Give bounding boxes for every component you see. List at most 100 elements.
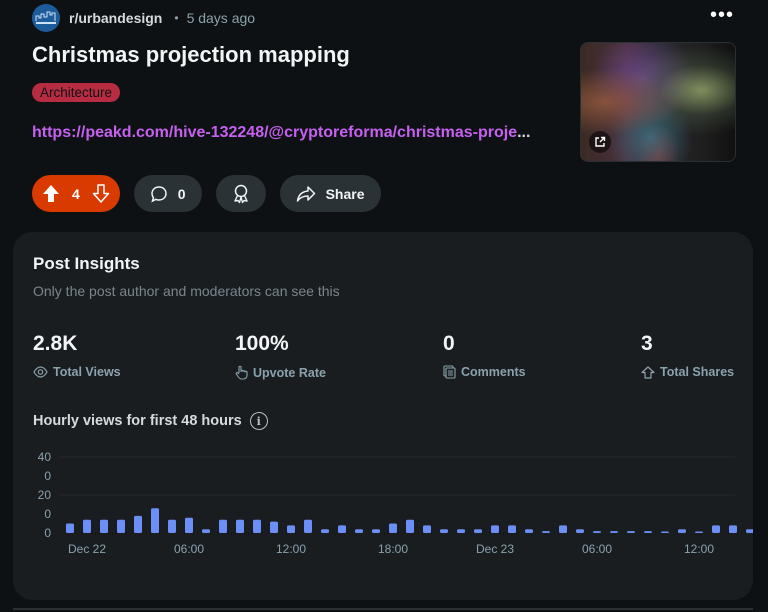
stat-comments: 0 Comments	[443, 332, 526, 379]
y-tick-label: 0	[44, 526, 51, 540]
chart-bar[interactable]	[185, 517, 193, 533]
post-actions: 4 0 Share	[32, 175, 381, 212]
chart-bar[interactable]	[151, 508, 159, 533]
chart-bar[interactable]	[474, 529, 482, 533]
chart-bar[interactable]	[644, 531, 652, 533]
chart-bar[interactable]	[695, 531, 703, 534]
eye-icon	[33, 366, 48, 378]
chart-bar[interactable]	[117, 519, 125, 533]
chart-bar[interactable]	[678, 529, 686, 533]
upvote-button[interactable]	[42, 184, 60, 203]
subreddit-avatar[interactable]	[32, 4, 60, 32]
chart-bar[interactable]	[440, 529, 448, 533]
chart-bar[interactable]	[355, 529, 363, 533]
downvote-button[interactable]	[92, 184, 110, 203]
vote-control: 4	[32, 175, 120, 212]
x-tick-label: 06:00	[582, 542, 612, 556]
external-link-icon	[589, 131, 611, 153]
y-tick-label: 20	[38, 488, 52, 502]
insights-subtitle: Only the post author and moderators can …	[33, 283, 340, 299]
more-options-icon[interactable]: •••	[710, 5, 734, 25]
chart-bar[interactable]	[66, 523, 74, 534]
stat-value: 100%	[235, 332, 289, 355]
chart-bar[interactable]	[202, 529, 210, 533]
stat-label: Upvote Rate	[253, 365, 326, 380]
post-age: 5 days ago	[186, 10, 256, 26]
stat-value: 0	[443, 332, 455, 355]
y-tick-label: 0	[44, 469, 51, 483]
chart-bar[interactable]	[508, 525, 516, 533]
chart-bar[interactable]	[457, 529, 465, 533]
chart-title-text: Hourly views for first 48 hours	[33, 413, 242, 429]
stat-value: 2.8K	[33, 332, 78, 355]
chart-bar[interactable]	[83, 519, 91, 533]
x-tick-label: 18:00	[378, 542, 408, 556]
chart-bar[interactable]	[134, 515, 142, 533]
chart-bar[interactable]	[219, 519, 227, 533]
chart-bar[interactable]	[661, 531, 669, 534]
chart-bar[interactable]	[304, 519, 312, 533]
chart-bar[interactable]	[253, 519, 261, 533]
divider	[13, 608, 753, 610]
post-link[interactable]: https://peakd.com/hive-132248/@cryptoref…	[32, 124, 530, 142]
post-title[interactable]: Christmas projection mapping	[32, 42, 350, 68]
share-button[interactable]: Share	[279, 175, 381, 212]
downvote-arrow-icon	[92, 184, 110, 203]
chart-bar[interactable]	[610, 531, 618, 533]
insights-title: Post Insights	[33, 254, 140, 273]
chart-bar[interactable]	[627, 531, 635, 533]
chart-bar[interactable]	[729, 525, 737, 533]
y-tick-label: 0	[44, 507, 51, 521]
comments-icon	[443, 365, 456, 379]
post-link-ellipsis: ...	[517, 124, 531, 141]
x-tick-label: 12:00	[276, 542, 306, 556]
post-link-text: https://peakd.com/hive-132248/@cryptoref…	[32, 124, 518, 141]
chart-bar[interactable]	[593, 531, 601, 533]
chart-bar[interactable]	[287, 525, 295, 533]
chart-bar[interactable]	[491, 525, 499, 533]
chart-bar[interactable]	[321, 529, 329, 533]
chart-bar[interactable]	[236, 519, 244, 533]
chart-bar[interactable]	[525, 529, 533, 533]
city-skyline-icon	[35, 11, 56, 24]
chart-bar[interactable]	[168, 519, 176, 533]
chart-bar[interactable]	[542, 531, 550, 533]
post-flair[interactable]: Architecture	[32, 83, 121, 102]
separator-dot: •	[174, 11, 179, 25]
award-button[interactable]	[215, 175, 266, 212]
chart-bar[interactable]	[406, 519, 414, 533]
share-label: Share	[325, 185, 365, 202]
chart-bar[interactable]	[372, 529, 380, 533]
share-arrow-icon	[296, 185, 315, 202]
hand-pointer-icon	[235, 365, 248, 380]
chart-bar[interactable]	[338, 525, 346, 533]
subreddit-name[interactable]: r/urbandesign	[69, 10, 162, 26]
chart-bar[interactable]	[712, 525, 720, 533]
chart-bar[interactable]	[559, 525, 567, 533]
stat-upvote-rate: 100% Upvote Rate	[235, 332, 326, 380]
stat-total-shares: 3 Total Shares	[641, 332, 734, 379]
x-tick-label: 12:00	[684, 542, 714, 556]
post-thumbnail[interactable]	[580, 42, 736, 162]
chart-bar[interactable]	[389, 523, 397, 534]
post-insights-card: Post Insights Only the post author and m…	[13, 232, 753, 600]
upvote-arrow-icon	[43, 185, 59, 202]
info-icon[interactable]: i	[249, 412, 268, 430]
award-icon	[233, 184, 248, 203]
comments-button[interactable]: 0	[133, 175, 202, 212]
chart-bar[interactable]	[270, 521, 278, 533]
y-tick-label: 40	[38, 450, 52, 464]
vote-count: 4	[72, 185, 80, 202]
x-tick-label: Dec 22	[68, 542, 106, 556]
chart-bar[interactable]	[746, 529, 753, 533]
hourly-views-chart: 40 0 20 0 0 Dec 22 06:00 12:00 18:00 Dec 23 06:00 1…	[38, 450, 753, 556]
chart-bar[interactable]	[576, 529, 584, 533]
comment-bubble-icon	[151, 185, 167, 202]
chart-bar[interactable]	[100, 519, 108, 533]
stat-label: Total Views	[53, 365, 121, 379]
comment-count: 0	[177, 185, 186, 202]
stat-label: Total Shares	[660, 365, 735, 379]
stat-total-views: 2.8K Total Views	[33, 332, 121, 379]
chart-bar[interactable]	[423, 525, 431, 533]
share-up-icon	[641, 365, 655, 379]
